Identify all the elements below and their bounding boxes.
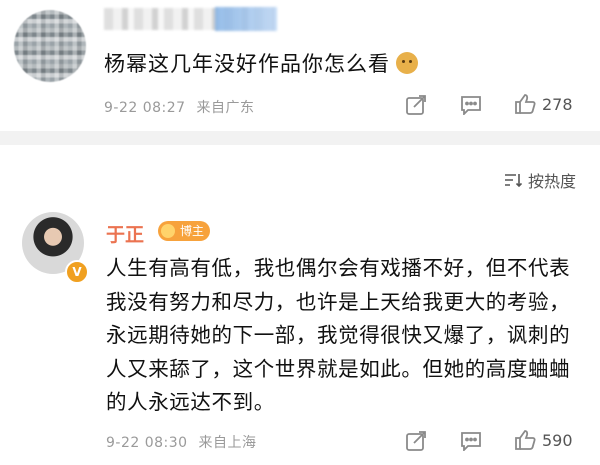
section-divider [0, 131, 600, 145]
badge-icon [161, 224, 175, 238]
comment-button[interactable] [460, 95, 482, 115]
post-text: 杨幂这几年没好作品你怎么看 [104, 48, 418, 78]
comment-reply-button[interactable] [460, 431, 482, 451]
verified-icon: V [65, 260, 89, 284]
sort-icon [504, 174, 522, 188]
comment-icon [461, 432, 481, 451]
comment-text: 人生有高有低，我也偶尔会有戏播不好，但不代表我没有努力和尽力，也许是上天给我更大… [106, 256, 571, 414]
post-time: 9-22 08:27 [104, 100, 186, 116]
like-icon [515, 430, 536, 450]
like-button[interactable] [513, 92, 537, 116]
commenter-name[interactable]: 于正 [106, 220, 144, 247]
comment-like-button[interactable] [513, 428, 537, 452]
comment-icon [461, 96, 481, 115]
post-meta: 9-22 08:27 来自广东 [104, 97, 255, 117]
like-icon [515, 94, 536, 114]
comment-like-count: 590 [542, 431, 573, 450]
post-like-count: 278 [542, 95, 573, 114]
sort-label: 按热度 [527, 172, 576, 191]
post-location: 来自广东 [196, 100, 255, 116]
comment-meta: 9-22 08:30 来自上海 [106, 432, 257, 452]
author-badge: 博主 [158, 221, 211, 241]
share-button[interactable] [405, 94, 427, 116]
share-icon [406, 431, 426, 451]
post-card: 杨幂这几年没好作品你怎么看 9-22 08:27 来自广东 278 [0, 0, 600, 131]
post-text-content: 杨幂这几年没好作品你怎么看 [104, 52, 390, 76]
comment-location: 来自上海 [198, 435, 257, 451]
avatar[interactable] [14, 10, 86, 82]
share-icon [406, 95, 426, 115]
comment-time: 9-22 08:30 [106, 435, 188, 451]
comment-share-button[interactable] [405, 430, 427, 452]
doge-emoji-icon [396, 52, 418, 74]
author-badge-label: 博主 [180, 224, 205, 238]
sort-toggle[interactable]: 按热度 [504, 168, 576, 192]
username-blurred-highlight [215, 7, 277, 31]
